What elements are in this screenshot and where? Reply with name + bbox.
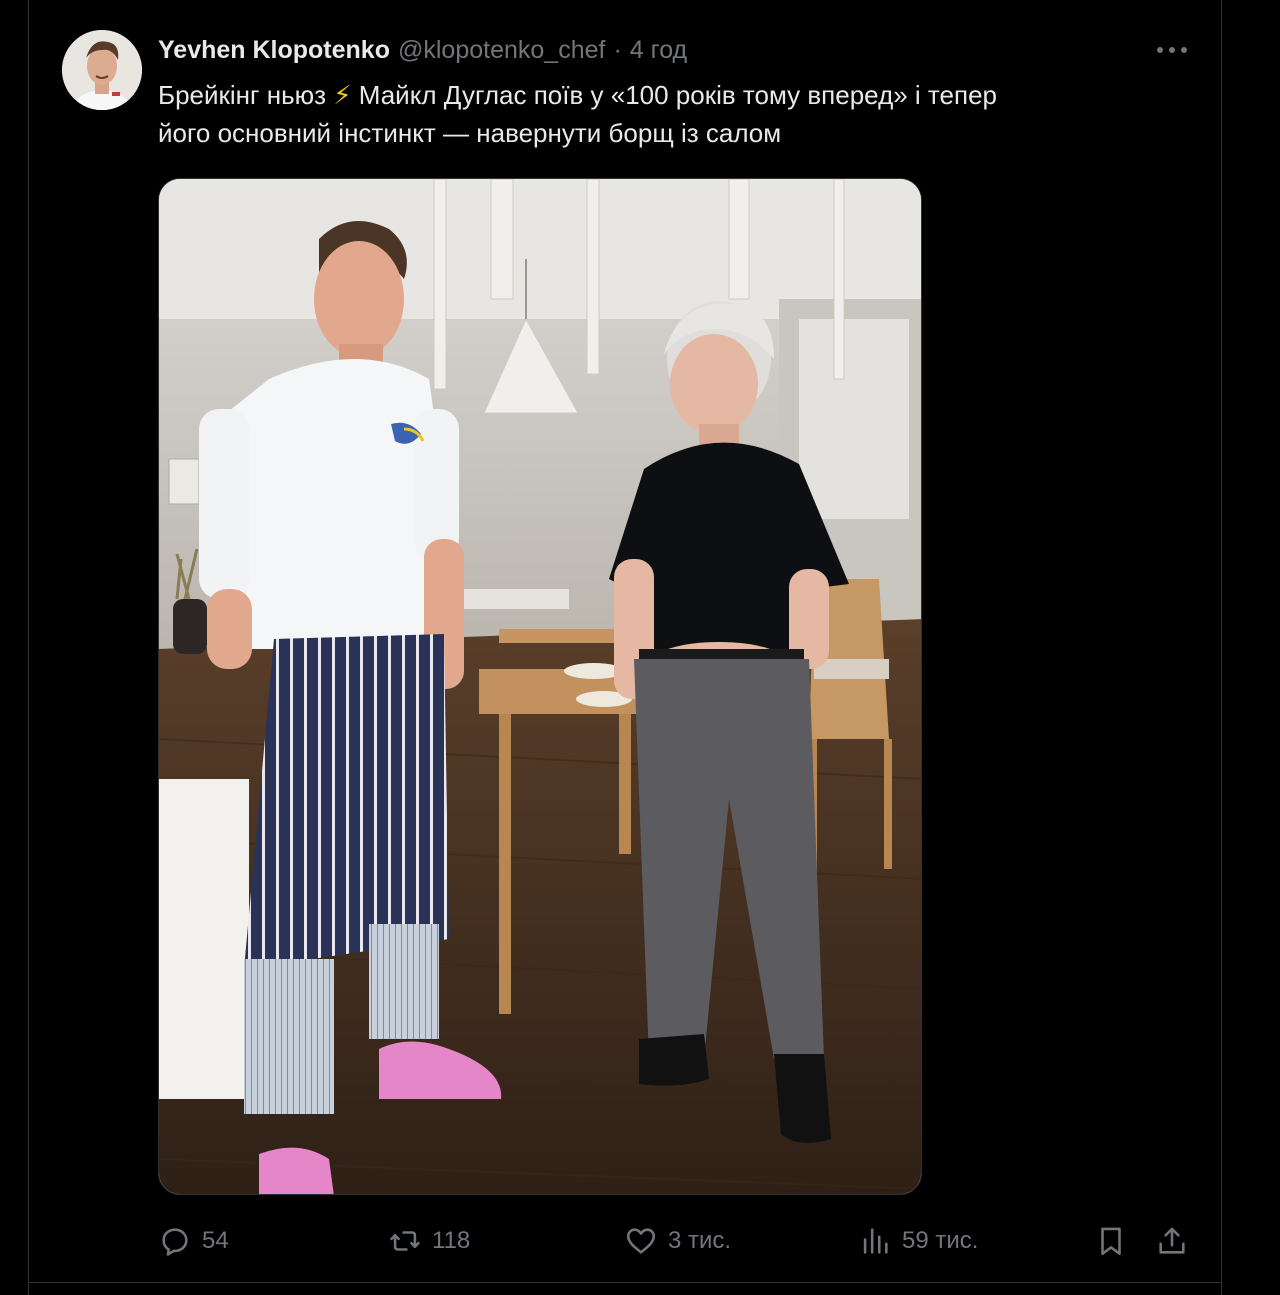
- share-button[interactable]: [1155, 1216, 1189, 1266]
- post-actions: 54 118 3 тис. 59 тис.: [0, 1216, 1280, 1266]
- post-photo[interactable]: [158, 178, 922, 1195]
- views-icon: [863, 1228, 888, 1254]
- more-button[interactable]: [1152, 34, 1192, 66]
- avatar[interactable]: [62, 30, 142, 110]
- post-timestamp[interactable]: 4 год: [630, 36, 687, 65]
- bookmark-icon: [1101, 1227, 1121, 1256]
- author-handle[interactable]: @klopotenko_chef: [398, 36, 605, 65]
- repost-count: 118: [432, 1227, 471, 1254]
- author-name[interactable]: Yevhen Klopotenko: [158, 36, 390, 65]
- more-icon: [1157, 47, 1187, 53]
- reply-icon: [162, 1228, 188, 1256]
- reply-count: 54: [202, 1227, 229, 1254]
- heart-icon: [626, 1228, 656, 1254]
- post-text-part: Майкл Дуглас поїв у «100 років тому впер…: [351, 80, 998, 110]
- views-button[interactable]: 59 тис.: [858, 1216, 978, 1266]
- post-text-part: Брейкінг ньюз: [158, 80, 334, 110]
- like-button[interactable]: 3 тис.: [624, 1216, 731, 1266]
- post-text-line-2: його основний інстинкт — навернути борщ …: [158, 118, 782, 148]
- repost-icon: [390, 1231, 420, 1251]
- share-icon: [1159, 1227, 1185, 1254]
- post-divider: [29, 1282, 1221, 1283]
- view-count: 59 тис.: [902, 1227, 979, 1254]
- like-count: 3 тис.: [668, 1227, 732, 1254]
- reply-button[interactable]: 54: [158, 1216, 229, 1266]
- lightning-emoji-icon: ⚡: [333, 80, 352, 110]
- post-text-line-1: Брейкінг ньюз ⚡ Майкл Дуглас поїв у «100…: [158, 76, 1158, 114]
- bookmark-button[interactable]: [1094, 1216, 1128, 1266]
- separator-dot: ·: [613, 35, 622, 64]
- repost-button[interactable]: 118: [388, 1216, 470, 1266]
- post-header: Yevhen Klopotenko @klopotenko_chef · 4 г…: [158, 34, 687, 66]
- post-text: Брейкінг ньюз ⚡ Майкл Дуглас поїв у «100…: [158, 76, 1158, 152]
